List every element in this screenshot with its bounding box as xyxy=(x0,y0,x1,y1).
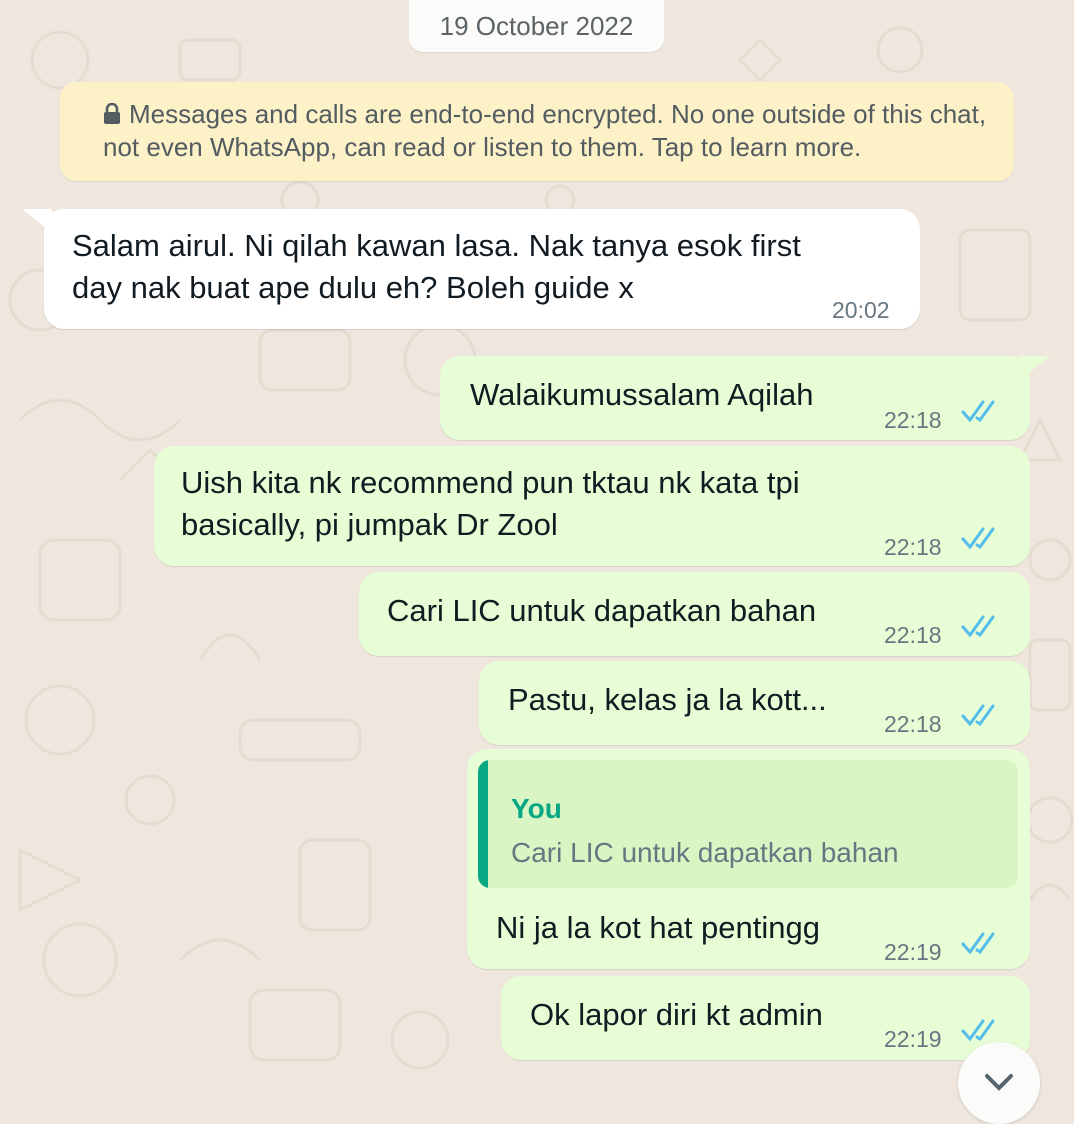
message-text-line: Walaikumussalam Aqilah xyxy=(470,377,814,412)
scroll-to-bottom-button[interactable] xyxy=(958,1042,1040,1124)
message-bubble-outgoing[interactable]: Uish kita nk recommend pun tktau nk kata… xyxy=(154,446,1030,566)
message-text-line: Cari LIC untuk dapatkan bahan xyxy=(387,593,817,628)
encryption-notice-text: Messages and calls are end-to-end encryp… xyxy=(103,99,987,162)
double-check-icon xyxy=(961,527,995,550)
message-bubble-reply[interactable]: You Cari LIC untuk dapatkan bahan Ni ja … xyxy=(467,749,1030,969)
message-bubble-outgoing[interactable]: Walaikumussalam Aqilah 22:18 xyxy=(440,356,1030,440)
message-text-line: Uish kita nk recommend pun tktau nk kata… xyxy=(181,465,800,500)
chevron-down-icon xyxy=(985,1074,1013,1091)
message-bubble-outgoing[interactable]: Ok lapor diri kt admin 22:19 xyxy=(501,976,1030,1060)
message-text-line: Salam airul. Ni qilah kawan lasa. Nak ta… xyxy=(72,228,801,263)
message-time: 22:18 xyxy=(884,534,942,560)
double-check-icon xyxy=(961,932,995,955)
message-time: 22:19 xyxy=(884,939,942,965)
message-text-line: day nak buat ape dulu eh? Boleh guide x xyxy=(72,270,634,305)
lock-icon xyxy=(104,102,120,124)
double-check-icon xyxy=(961,400,995,423)
message-time: 22:19 xyxy=(884,1026,942,1052)
double-check-icon xyxy=(961,1019,995,1042)
double-check-icon xyxy=(961,615,995,638)
message-time: 22:18 xyxy=(884,407,942,433)
quoted-message[interactable]: You Cari LIC untuk dapatkan bahan xyxy=(478,760,1018,888)
bubble-tail-outgoing xyxy=(1020,356,1050,380)
date-divider: 19 October 2022 xyxy=(409,0,664,52)
quoted-text: Cari LIC untuk dapatkan bahan xyxy=(511,837,899,868)
encryption-notice[interactable]: Messages and calls are end-to-end encryp… xyxy=(60,82,1014,181)
message-time: 20:02 xyxy=(832,297,890,323)
message-text-line: Ni ja la kot hat pentingg xyxy=(496,910,820,945)
message-time: 22:18 xyxy=(884,711,942,737)
message-bubble-incoming[interactable]: Salam airul. Ni qilah kawan lasa. Nak ta… xyxy=(44,209,920,329)
double-check-icon xyxy=(961,704,995,727)
message-text-line: Ok lapor diri kt admin xyxy=(530,997,823,1032)
message-text-line: basically, pi jumpak Dr Zool xyxy=(181,507,558,542)
quoted-author: You xyxy=(511,793,562,824)
message-bubble-outgoing[interactable]: Cari LIC untuk dapatkan bahan 22:18 xyxy=(359,572,1030,656)
message-time: 22:18 xyxy=(884,622,942,648)
bubble-tail-incoming xyxy=(22,209,52,233)
message-text-line: Pastu, kelas ja la kott... xyxy=(508,682,827,717)
quote-accent-bar xyxy=(478,760,488,888)
message-bubble-outgoing[interactable]: Pastu, kelas ja la kott... 22:18 xyxy=(479,661,1030,745)
